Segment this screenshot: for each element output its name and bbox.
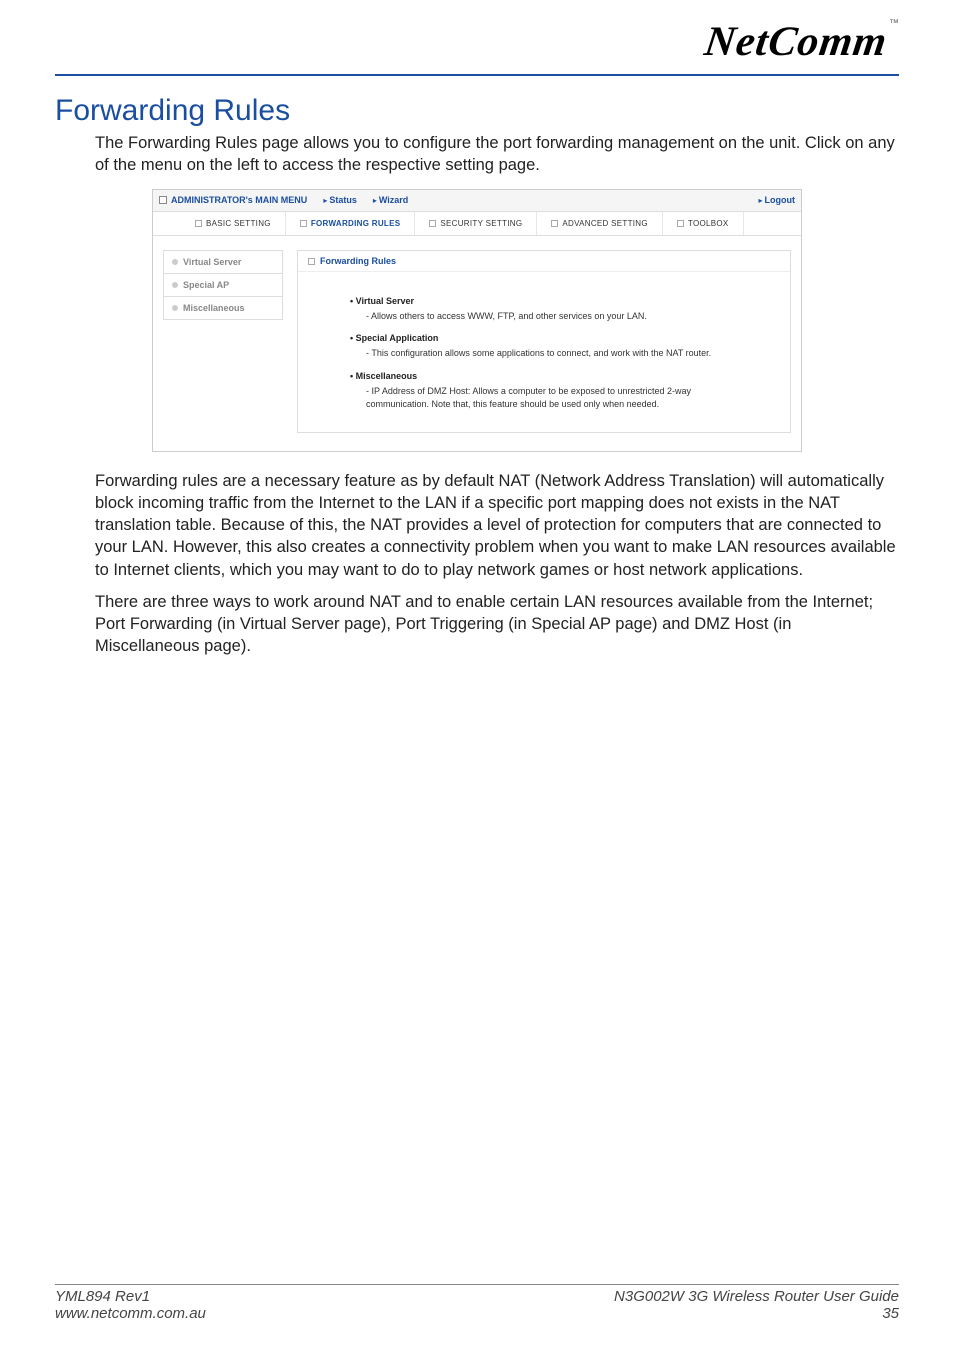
square-icon [195,220,202,227]
desc-miscellaneous: - IP Address of DMZ Host: Allows a compu… [366,385,738,412]
chevron-right-icon: ▸ [758,196,762,205]
panel-title-text: Forwarding Rules [320,256,396,266]
square-icon [677,220,684,227]
intro-paragraph: The Forwarding Rules page allows you to … [95,132,899,177]
footer-rev: YML894 Rev1 [55,1288,206,1305]
main-panel: Forwarding Rules Virtual Server - Allows… [297,250,791,433]
tab-label: FORWARDING RULES [311,219,401,228]
sidebar-item-special-ap[interactable]: Special AP [163,273,283,297]
desc-virtual-server: - Allows others to access WWW, FTP, and … [366,310,738,324]
logo: NetComm™ [705,18,899,66]
tab-toolbox[interactable]: TOOLBOX [663,212,744,235]
paragraph-three-ways: There are three ways to work around NAT … [95,591,899,658]
bullet-special-application: Special Application [350,333,738,343]
tab-forwarding-rules[interactable]: FORWARDING RULES [286,212,416,235]
footer-url: www.netcomm.com.au [55,1305,206,1322]
sidebar: Virtual Server Special AP Miscellaneous [163,250,283,433]
chevron-right-icon: ▸ [323,196,327,205]
section-heading: Forwarding Rules [55,94,899,128]
bullet-virtual-server: Virtual Server [350,296,738,306]
tab-label: SECURITY SETTING [440,219,522,228]
tab-label: BASIC SETTING [206,219,271,228]
page-header: NetComm™ [55,18,899,76]
square-icon [300,220,307,227]
logo-text: NetComm [702,18,891,66]
footer-page-number: 35 [614,1305,899,1322]
square-icon [159,196,167,204]
tabs-row: BASIC SETTING FORWARDING RULES SECURITY … [153,212,801,236]
sidebar-item-label: Miscellaneous [183,303,245,313]
page-footer: YML894 Rev1 www.netcomm.com.au N3G002W 3… [55,1284,899,1322]
sidebar-item-virtual-server[interactable]: Virtual Server [163,250,283,274]
chevron-right-icon: ▸ [373,196,377,205]
logout-link[interactable]: Logout [765,195,796,205]
square-icon [308,258,315,265]
dot-icon [172,282,178,288]
logo-tm: ™ [889,18,899,29]
tab-advanced-setting[interactable]: ADVANCED SETTING [537,212,663,235]
admin-main-menu-link[interactable]: ADMINISTRATOR's MAIN MENU [171,195,307,205]
admin-topbar: ADMINISTRATOR's MAIN MENU ▸ Status ▸ Wiz… [153,190,801,212]
status-link[interactable]: Status [329,195,357,205]
tab-label: ADVANCED SETTING [562,219,648,228]
tab-security-setting[interactable]: SECURITY SETTING [415,212,537,235]
sidebar-item-label: Virtual Server [183,257,241,267]
desc-special-application: - This configuration allows some applica… [366,347,738,361]
dot-icon [172,305,178,311]
tab-basic-setting[interactable]: BASIC SETTING [181,212,286,235]
footer-guide-title: N3G002W 3G Wireless Router User Guide [614,1288,899,1305]
paragraph-nat-explanation: Forwarding rules are a necessary feature… [95,470,899,581]
square-icon [551,220,558,227]
square-icon [429,220,436,227]
tab-label: TOOLBOX [688,219,729,228]
router-admin-screenshot: ADMINISTRATOR's MAIN MENU ▸ Status ▸ Wiz… [152,189,802,452]
bullet-miscellaneous: Miscellaneous [350,371,738,381]
sidebar-item-label: Special AP [183,280,229,290]
panel-title: Forwarding Rules [298,251,790,272]
wizard-link[interactable]: Wizard [379,195,408,205]
dot-icon [172,259,178,265]
sidebar-item-miscellaneous[interactable]: Miscellaneous [163,296,283,320]
